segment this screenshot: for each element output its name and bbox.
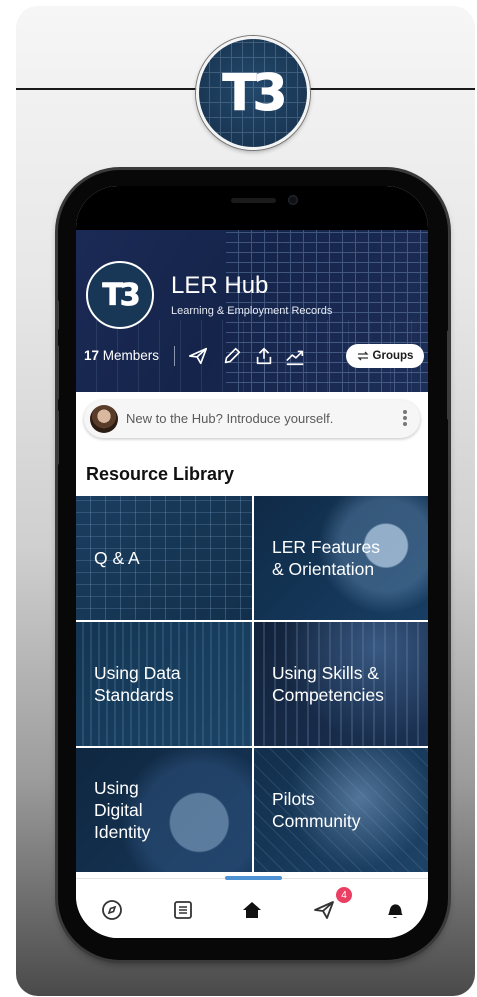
notch [76, 186, 428, 230]
send-icon[interactable] [187, 345, 209, 367]
hub-subtitle: Learning & Employment Records [171, 305, 333, 317]
tile-label: Q & A [94, 548, 140, 568]
hub-title: LER Hub [171, 272, 269, 299]
resource-tiles-grid: Q & A LER Features & Orientation Using D… [76, 496, 428, 872]
swap-icon [356, 351, 369, 361]
hub-avatar[interactable]: T3 [86, 261, 154, 329]
members-count[interactable]: 17 Members [84, 348, 159, 363]
members-label: Members [102, 348, 160, 363]
intro-prompt-text: New to the Hub? Introduce yourself. [126, 411, 334, 426]
hub-header: T3 LER Hub Learning & Employment Records… [76, 230, 428, 392]
phone-volume-up [55, 345, 59, 400]
t3-logo: T3 [196, 36, 310, 150]
compass-icon[interactable] [100, 898, 124, 922]
groups-button[interactable]: Groups [346, 344, 424, 368]
edit-icon[interactable] [221, 345, 243, 367]
speaker [231, 198, 276, 203]
messages-icon[interactable] [312, 898, 336, 922]
phone-side-button [55, 300, 59, 330]
messages-badge: 4 [336, 887, 352, 903]
feed-icon[interactable] [171, 898, 195, 922]
tile-data-standards[interactable]: Using Data Standards [76, 622, 252, 746]
notifications-icon[interactable] [383, 898, 407, 922]
t3-logo-text: T3 [222, 64, 288, 123]
tile-label: LER Features & Orientation [272, 537, 380, 579]
tile-label: Using Digital Identity [94, 778, 151, 842]
front-camera [288, 195, 298, 205]
phone-screen: T3 LER Hub Learning & Employment Records… [76, 186, 428, 938]
resource-library-title: Resource Library [86, 464, 235, 484]
tile-label: Using Data Standards [94, 663, 181, 705]
phone-volume-down [55, 410, 59, 465]
share-icon[interactable] [253, 345, 275, 367]
tile-digital-identity[interactable]: Using Digital Identity [76, 748, 252, 872]
intro-prompt[interactable]: New to the Hub? Introduce yourself. [84, 400, 420, 438]
analytics-icon[interactable] [284, 345, 306, 367]
home-icon[interactable] [240, 898, 264, 922]
members-number: 17 [84, 348, 100, 363]
active-tab-indicator [225, 876, 282, 880]
user-avatar [90, 405, 118, 433]
more-options-icon[interactable] [402, 408, 408, 430]
header-separator [174, 346, 175, 366]
tile-q-and-a[interactable]: Q & A [76, 496, 252, 620]
groups-button-label: Groups [372, 350, 414, 362]
tile-skills-competencies[interactable]: Using Skills & Competencies [254, 622, 428, 746]
tile-ler-features[interactable]: LER Features & Orientation [254, 496, 428, 620]
tile-pilots-community[interactable]: Pilots Community [254, 748, 428, 872]
hub-avatar-text: T3 [102, 277, 141, 313]
bottom-nav: 4 [76, 876, 428, 938]
tile-label: Pilots Community [272, 789, 361, 831]
phone-power-button [447, 330, 451, 420]
tile-label: Using Skills & Competencies [272, 663, 384, 705]
